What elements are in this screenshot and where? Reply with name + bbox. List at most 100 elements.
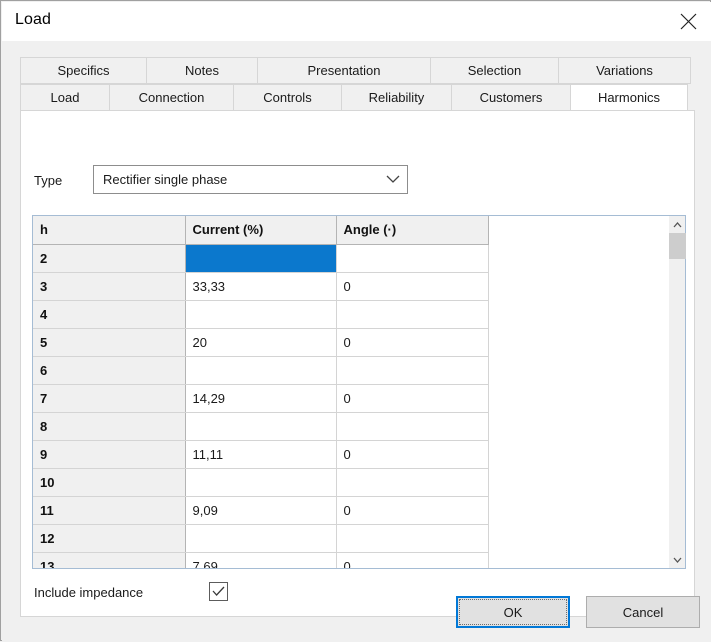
tab-label: Presentation (307, 63, 381, 78)
ok-button[interactable]: OK (456, 596, 570, 628)
tab-harmonics[interactable]: Harmonics (570, 84, 688, 111)
column-header-current[interactable]: Current (%) (185, 216, 337, 245)
cell-h[interactable]: 7 (33, 384, 186, 413)
tab-label: Notes (185, 63, 219, 78)
type-label: Type (34, 173, 63, 188)
title-bar: Load (2, 2, 711, 41)
include-impedance-label: Include impedance (34, 585, 144, 600)
chevron-down-icon (379, 175, 407, 184)
cell-h[interactable]: 3 (33, 272, 186, 301)
chevron-up-icon[interactable] (669, 216, 686, 233)
tab-label: Specifics (57, 63, 110, 78)
cell-angle[interactable]: 0 (336, 496, 489, 525)
cell-angle[interactable]: 0 (336, 384, 489, 413)
cell-current[interactable]: 11,11 (185, 440, 337, 469)
tab-notes[interactable]: Notes (146, 57, 258, 84)
cell-angle[interactable]: 0 (336, 328, 489, 357)
cell-angle[interactable] (336, 524, 489, 553)
harmonics-grid: h Current (%) Angle (·) 2 3 33,33 0 4 5 20 0 6 7 1… (32, 215, 687, 569)
tab-label: Load (50, 90, 80, 105)
cell-h[interactable]: 6 (33, 356, 186, 385)
table-row[interactable]: 3 33,33 0 (33, 272, 489, 301)
cell-current[interactable] (185, 412, 337, 441)
grid-vertical-scrollbar[interactable] (668, 216, 687, 568)
table-row[interactable]: 13 7,69 0 (33, 552, 489, 568)
cancel-button-label: Cancel (622, 604, 664, 620)
cell-h[interactable]: 5 (33, 328, 186, 357)
table-row[interactable]: 9 11,11 0 (33, 440, 489, 469)
tab-row-top: Specifics Notes Presentation Selection V… (20, 57, 691, 84)
cell-current[interactable]: 33,33 (185, 272, 337, 301)
cell-angle[interactable]: 0 (336, 272, 489, 301)
cell-angle[interactable] (336, 468, 489, 497)
harmonics-table: h Current (%) Angle (·) 2 3 33,33 0 4 5 20 0 6 7 1… (33, 216, 489, 568)
cancel-button[interactable]: Cancel (586, 596, 700, 628)
tab-reliability[interactable]: Reliability (341, 84, 452, 111)
cell-h[interactable]: 4 (33, 300, 186, 329)
cell-angle[interactable] (336, 356, 489, 385)
cell-h[interactable]: 13 (33, 552, 186, 568)
cell-h[interactable]: 9 (33, 440, 186, 469)
cell-current[interactable] (185, 356, 337, 385)
include-impedance-checkbox[interactable] (209, 582, 228, 601)
table-row[interactable]: 12 (33, 524, 489, 553)
tab-label: Harmonics (597, 90, 661, 105)
cell-h[interactable]: 2 (33, 244, 186, 273)
scrollbar-thumb[interactable] (669, 233, 687, 259)
type-combobox-value: Rectifier single phase (103, 172, 228, 187)
cell-current[interactable]: 7,69 (185, 552, 337, 568)
cell-h[interactable]: 11 (33, 496, 186, 525)
tab-specifics[interactable]: Specifics (20, 57, 147, 84)
tab-selection[interactable]: Selection (430, 57, 559, 84)
harmonics-grid-body: h Current (%) Angle (·) 2 3 33,33 0 4 5 20 0 6 7 1… (33, 216, 668, 568)
tab-load[interactable]: Load (20, 84, 110, 111)
tab-presentation[interactable]: Presentation (257, 57, 431, 84)
cell-angle[interactable] (336, 412, 489, 441)
tab-label: Variations (596, 63, 653, 78)
tab-label: Connection (138, 90, 205, 105)
column-header-h[interactable]: h (33, 216, 186, 245)
cell-h[interactable]: 12 (33, 524, 186, 553)
table-row[interactable]: 4 (33, 300, 489, 329)
table-row[interactable]: 5 20 0 (33, 328, 489, 357)
cell-angle[interactable]: 0 (336, 440, 489, 469)
tab-controls[interactable]: Controls (233, 84, 342, 111)
tab-label: Reliability (368, 90, 425, 105)
cell-current[interactable] (185, 524, 337, 553)
table-row[interactable]: 8 (33, 412, 489, 441)
tab-container: Specifics Notes Presentation Selection V… (2, 41, 711, 642)
tab-label: Customers (479, 90, 543, 105)
cell-angle[interactable]: 0 (336, 552, 489, 568)
table-row[interactable]: 7 14,29 0 (33, 384, 489, 413)
cell-current[interactable] (185, 300, 337, 329)
table-row[interactable]: 6 (33, 356, 489, 385)
table-row[interactable]: 10 (33, 468, 489, 497)
tab-connection[interactable]: Connection (109, 84, 234, 111)
cell-angle[interactable] (336, 244, 489, 273)
tab-label: Controls (263, 90, 312, 105)
cell-h[interactable]: 10 (33, 468, 186, 497)
tab-row-bottom: Load Connection Controls Reliability Cus… (20, 84, 688, 111)
tab-label: Selection (467, 63, 522, 78)
type-combobox[interactable]: Rectifier single phase (93, 165, 408, 194)
checkmark-icon (212, 586, 225, 596)
chevron-down-icon[interactable] (669, 551, 686, 568)
cell-current[interactable]: 9,09 (185, 496, 337, 525)
cell-current[interactable] (185, 244, 337, 273)
cell-h[interactable]: 8 (33, 412, 186, 441)
table-row[interactable]: 11 9,09 0 (33, 496, 489, 525)
cell-current[interactable]: 14,29 (185, 384, 337, 413)
load-dialog: Load Specifics Notes Presentation Select… (0, 0, 711, 642)
column-header-angle[interactable]: Angle (·) (336, 216, 489, 245)
table-row[interactable]: 2 (33, 244, 489, 273)
close-icon[interactable] (665, 2, 711, 41)
tab-variations[interactable]: Variations (558, 57, 691, 84)
tab-customers[interactable]: Customers (451, 84, 571, 111)
cell-angle[interactable] (336, 300, 489, 329)
table-body: 2 3 33,33 0 4 5 20 0 6 7 14,29 0 8 9 11,11 0 10 11 9,09 0 12… (33, 244, 489, 568)
ok-button-label: OK (503, 604, 523, 620)
table-header-row: h Current (%) Angle (·) (33, 216, 489, 245)
harmonics-tab-page: Type Rectifier single phase h Current (%… (20, 110, 695, 617)
cell-current[interactable]: 20 (185, 328, 337, 357)
cell-current[interactable] (185, 468, 337, 497)
